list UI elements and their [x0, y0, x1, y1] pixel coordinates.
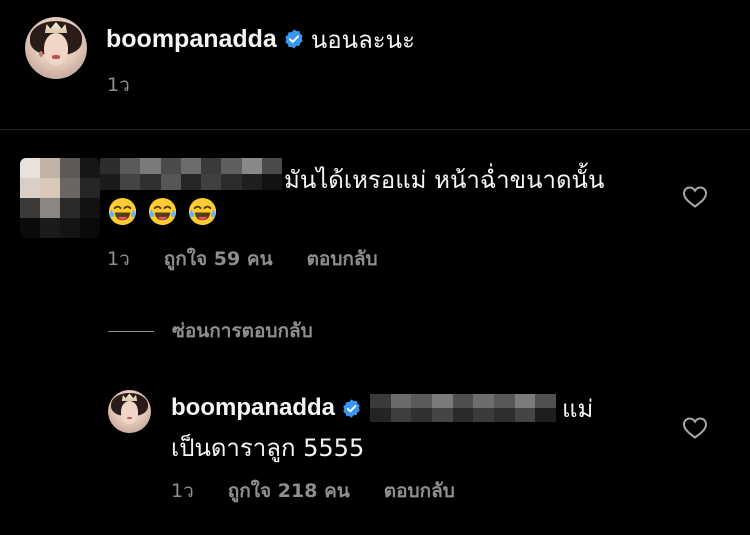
- reply-text: แม่: [562, 394, 594, 423]
- username[interactable]: boompanadda: [106, 25, 277, 54]
- username[interactable]: boompanadda: [171, 394, 335, 422]
- caption-line: boompanadda นอนละนะ: [106, 22, 415, 56]
- hide-replies-label: ซ่อนการตอบกลับ: [172, 320, 313, 342]
- heart-outline-icon[interactable]: [682, 416, 708, 440]
- avatar-face: [43, 33, 69, 66]
- avatar-lips: [126, 416, 133, 419]
- comment: มันได้เหรอแม่ หน้าฉ่ำขนาดนั้น 1ว ถูกใจ 5…: [0, 130, 750, 280]
- verified-badge-icon: [283, 28, 305, 50]
- blurred-mention[interactable]: [370, 394, 556, 422]
- verified-badge-icon: [341, 398, 362, 419]
- caption-meta: 1ว: [107, 72, 130, 98]
- caption-text: นอนละนะ: [310, 25, 415, 54]
- tears-of-joy-emoji: [147, 196, 178, 227]
- timestamp: 1ว: [171, 480, 194, 502]
- reply-meta: 1ว ถูกใจ 218 คน ตอบกลับ: [171, 478, 455, 504]
- like-count[interactable]: ถูกใจ 59 คน: [164, 244, 273, 274]
- emoji-row: [107, 196, 218, 227]
- avatar-lips: [52, 55, 60, 59]
- like-count[interactable]: ถูกใจ 218 คน: [228, 476, 350, 506]
- avatar-earring: [38, 51, 43, 58]
- avatar-face: [120, 401, 139, 424]
- reply-text-line: เป็นดาราลูก 5555: [171, 434, 365, 462]
- blurred-avatar[interactable]: [20, 158, 100, 238]
- reply-button[interactable]: ตอบกลับ: [307, 244, 378, 274]
- heart-outline-icon[interactable]: [682, 185, 708, 209]
- timestamp: 1ว: [107, 248, 130, 270]
- hide-replies-line: [108, 330, 154, 332]
- reply: boompanadda แม่ เป็นดาราลูก 5555 1ว ถูกใ…: [0, 380, 750, 535]
- timestamp: 1ว: [107, 74, 130, 96]
- reply-line: boompanadda แม่: [171, 392, 593, 424]
- reply-button[interactable]: ตอบกลับ: [384, 476, 455, 506]
- post-caption: boompanadda นอนละนะ 1ว: [0, 0, 750, 129]
- hide-replies-button[interactable]: ซ่อนการตอบกลับ: [108, 318, 313, 344]
- tears-of-joy-emoji: [107, 196, 138, 227]
- blurred-username[interactable]: [100, 158, 282, 190]
- comment-meta: 1ว ถูกใจ 59 คน ตอบกลับ: [107, 246, 378, 272]
- comment-text: มันได้เหรอแม่ หน้าฉ่ำขนาดนั้น: [284, 166, 605, 194]
- avatar[interactable]: [108, 390, 151, 433]
- tears-of-joy-emoji: [187, 196, 218, 227]
- avatar[interactable]: [25, 17, 87, 79]
